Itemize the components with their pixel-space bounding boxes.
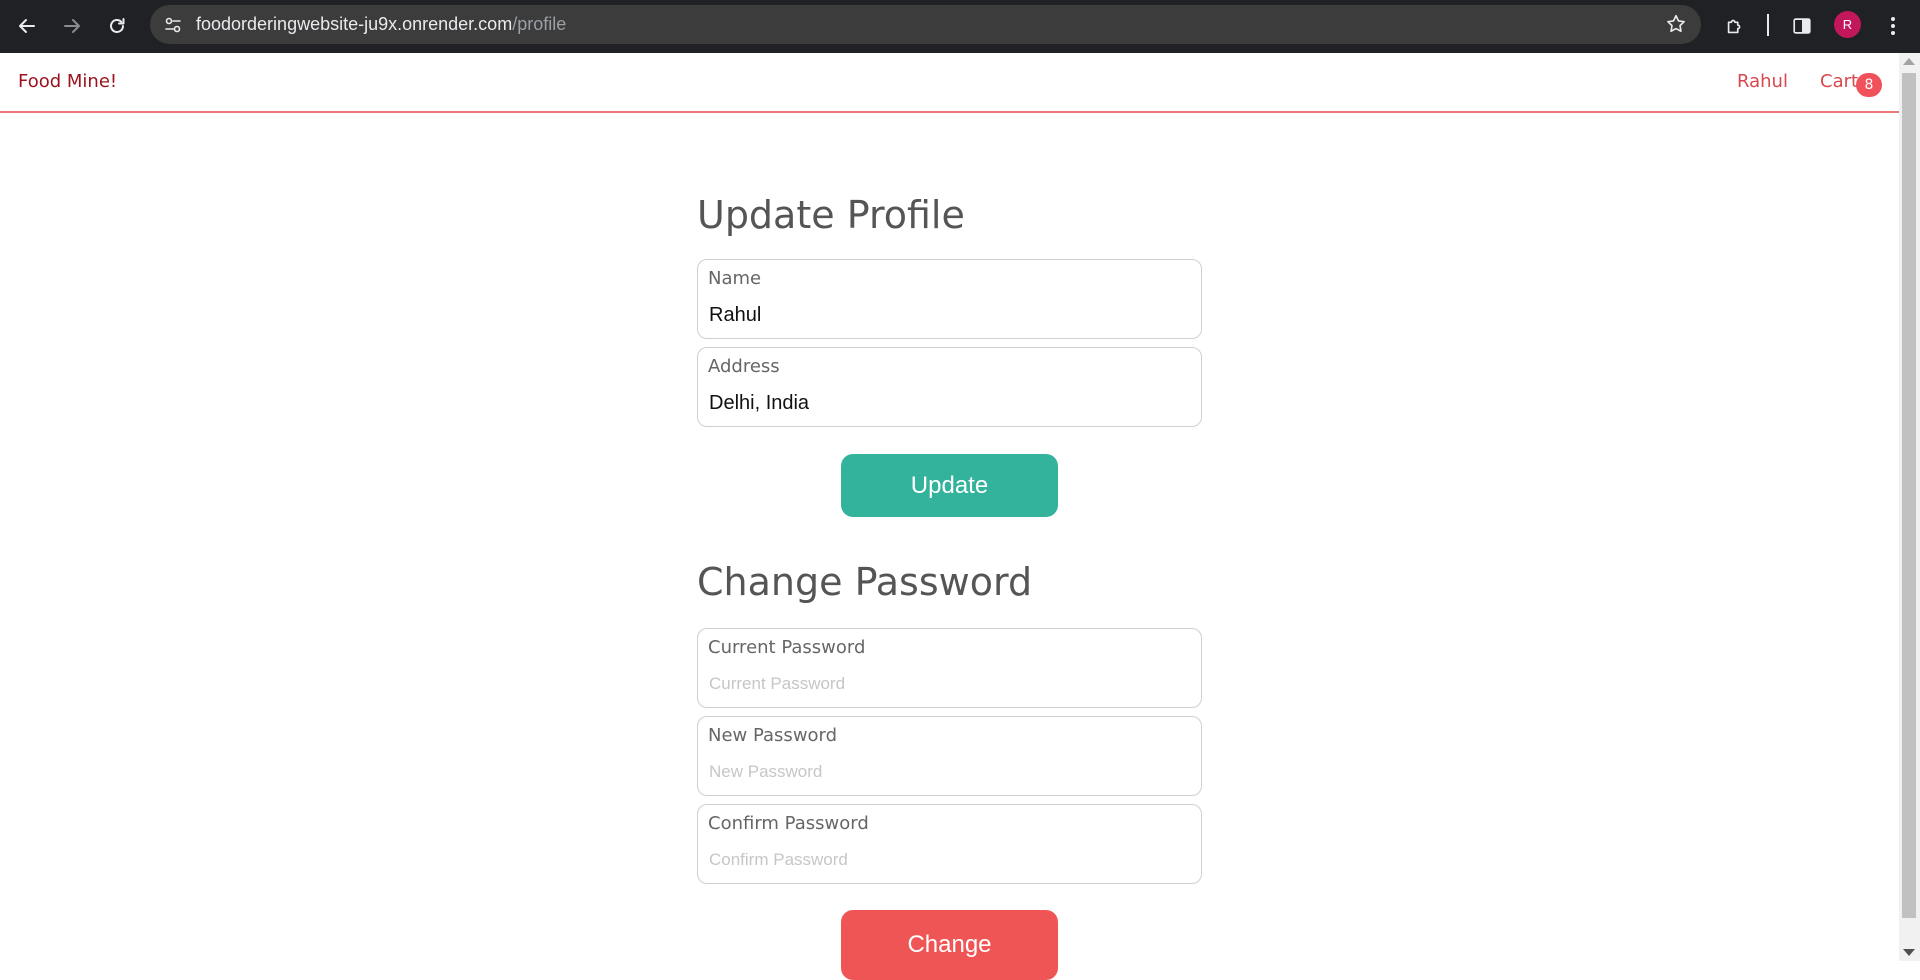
url-text[interactable]: foodorderingwebsite-ju9x.onrender.com/pr… — [196, 5, 566, 44]
current-password-input[interactable] — [709, 669, 1189, 699]
user-menu-link[interactable]: Rahul — [1737, 53, 1788, 111]
cart-count-badge: 8 — [1856, 73, 1882, 97]
site-header: Food Mine! Rahul Cart — [0, 53, 1899, 113]
reload-icon[interactable] — [101, 10, 133, 42]
update-button[interactable]: Update — [841, 454, 1058, 517]
address-label: Address — [708, 356, 780, 377]
name-field: Name — [697, 259, 1202, 339]
bookmark-star-icon[interactable] — [1664, 12, 1688, 36]
scrollbar-thumb[interactable] — [1902, 73, 1916, 918]
change-button[interactable]: Change — [841, 910, 1058, 980]
address-bar[interactable]: foodorderingwebsite-ju9x.onrender.com/pr… — [150, 5, 1701, 44]
side-panel-icon[interactable] — [1787, 11, 1817, 41]
extensions-icon[interactable] — [1720, 11, 1750, 41]
back-arrow-icon[interactable] — [11, 10, 43, 42]
brand-logo-link[interactable]: Food Mine! — [18, 53, 117, 111]
current-password-field: Current Password — [697, 628, 1202, 708]
name-input[interactable] — [709, 300, 1189, 330]
confirm-password-label: Confirm Password — [708, 813, 869, 834]
site-settings-icon[interactable] — [161, 13, 185, 37]
profile-avatar[interactable]: R — [1834, 11, 1861, 38]
change-password-title: Change Password — [697, 560, 1033, 604]
url-host: foodorderingwebsite-ju9x.onrender.com — [196, 14, 513, 34]
scroll-up-arrow-icon[interactable] — [1903, 58, 1915, 65]
confirm-password-input[interactable] — [709, 845, 1189, 875]
update-profile-title: Update Profile — [697, 193, 965, 237]
current-password-label: Current Password — [708, 637, 866, 658]
name-label: Name — [708, 268, 762, 289]
new-password-field: New Password — [697, 716, 1202, 796]
new-password-input[interactable] — [709, 757, 1189, 787]
more-vert-icon[interactable] — [1878, 11, 1908, 41]
scroll-down-arrow-icon[interactable] — [1903, 949, 1915, 956]
browser-toolbar: foodorderingwebsite-ju9x.onrender.com/pr… — [0, 0, 1920, 53]
forward-arrow-icon[interactable] — [56, 10, 88, 42]
toolbar-divider — [1767, 14, 1769, 36]
address-input[interactable] — [709, 388, 1189, 418]
confirm-password-field: Confirm Password — [697, 804, 1202, 884]
new-password-label: New Password — [708, 725, 838, 746]
url-path: /profile — [512, 14, 567, 34]
cart-link[interactable]: Cart — [1820, 53, 1858, 111]
address-field: Address — [697, 347, 1202, 427]
